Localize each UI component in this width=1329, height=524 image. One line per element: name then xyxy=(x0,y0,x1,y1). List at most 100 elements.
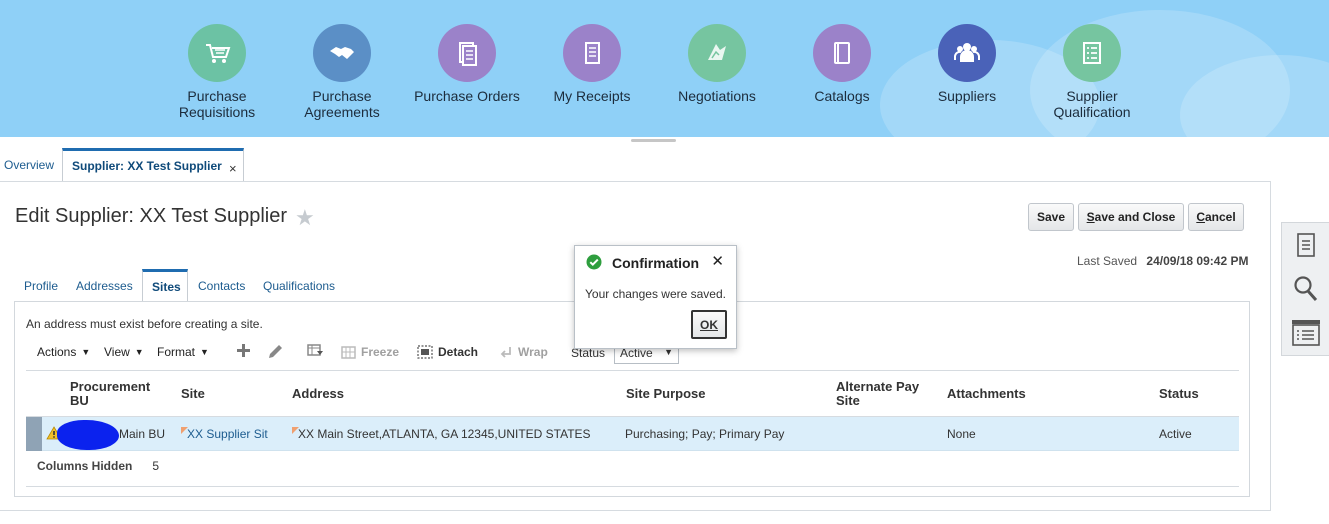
nav-negotiations[interactable]: Negotiations xyxy=(655,24,779,104)
column-header-procurement-bu[interactable]: Procurement BU xyxy=(70,380,150,408)
subtab-contacts[interactable]: Contacts xyxy=(198,279,245,293)
banner-collapse-handle[interactable] xyxy=(631,139,676,142)
close-icon[interactable]: × xyxy=(229,161,237,176)
cell-attachments[interactable]: None xyxy=(947,427,976,441)
chevron-down-icon: ▼ xyxy=(81,347,91,357)
receipt-icon xyxy=(563,24,621,82)
freeze-button[interactable]: Freeze xyxy=(341,345,399,359)
nav-label: Suppliers xyxy=(937,88,997,104)
search-panel-button[interactable] xyxy=(1288,271,1324,307)
subtab-addresses[interactable]: Addresses xyxy=(76,279,133,293)
subtab-profile[interactable]: Profile xyxy=(24,279,58,293)
last-saved-value: 24/09/18 09:42 PM xyxy=(1146,254,1249,268)
last-saved-label: Last Saved xyxy=(1077,254,1138,268)
column-header-status[interactable]: Status xyxy=(1159,387,1199,401)
subtab-sites[interactable]: Sites xyxy=(142,269,188,302)
divider xyxy=(26,486,1239,487)
save-button[interactable]: Save xyxy=(1028,203,1074,231)
nav-catalogs[interactable]: Catalogs xyxy=(780,24,904,104)
column-header-text: BU xyxy=(70,393,89,408)
columns-hidden-label: Columns Hidden xyxy=(37,459,133,473)
subtab-qualifications[interactable]: Qualifications xyxy=(263,279,335,293)
nav-label: Purchase Agreements xyxy=(304,88,380,120)
row-selector[interactable] xyxy=(26,417,42,451)
add-button[interactable] xyxy=(236,343,251,358)
nav-label: My Receipts xyxy=(553,88,631,104)
pencil-icon xyxy=(269,345,282,358)
tab-supplier[interactable]: Supplier: XX Test Supplier × xyxy=(62,148,244,182)
redaction-mark xyxy=(57,420,119,450)
page-title: Edit Supplier: XX Test Supplier xyxy=(15,205,288,227)
column-header-text: Procurement xyxy=(70,379,151,394)
tasks-panel-button[interactable] xyxy=(1288,227,1324,263)
nav-suppliers[interactable]: Suppliers xyxy=(905,24,1029,104)
people-icon xyxy=(938,24,996,82)
view-menu[interactable]: View ▼ xyxy=(104,345,144,359)
filter-table-icon xyxy=(307,344,323,356)
wrap-icon xyxy=(500,346,511,358)
cell-site-text: XX Supplier Sit xyxy=(187,427,268,441)
dialog-title: Confirmation xyxy=(612,255,700,271)
cell-status: Active xyxy=(1159,427,1192,441)
detach-icon xyxy=(417,345,433,359)
nav-my-receipts[interactable]: My Receipts xyxy=(530,24,654,104)
nav-label: Purchase Orders xyxy=(414,88,520,104)
cell-site-link[interactable]: XX Supplier Sit xyxy=(181,427,268,441)
nav-purchase-requisitions[interactable]: Purchase Requisitions xyxy=(155,24,279,120)
view-label: View xyxy=(104,345,130,359)
save-close-label: ave and Close xyxy=(1094,210,1176,224)
negotiation-icon xyxy=(688,24,746,82)
success-check-icon xyxy=(586,254,602,270)
ok-button[interactable]: OK xyxy=(691,310,727,339)
document-list-icon xyxy=(1297,233,1315,257)
column-header-attachments[interactable]: Attachments xyxy=(947,387,1026,401)
info-note: An address must exist before creating a … xyxy=(26,317,263,331)
wrap-button[interactable]: Wrap xyxy=(499,345,548,359)
cell-address: XX Main Street,ATLANTA, GA 12345,UNITED … xyxy=(292,427,591,441)
detach-button[interactable]: Detach xyxy=(417,345,478,359)
nav-purchase-orders[interactable]: Purchase Orders xyxy=(405,24,529,104)
favorite-star-icon[interactable]: ★ xyxy=(295,205,315,231)
actions-menu[interactable]: Actions ▼ xyxy=(37,345,90,359)
confirmation-dialog: Confirmation ✕ Your changes were saved. … xyxy=(574,245,737,349)
regional-panel-button[interactable] xyxy=(1288,315,1324,351)
column-header-alternate-pay-site[interactable]: Alternate Pay Site xyxy=(836,380,919,408)
catalog-icon xyxy=(813,24,871,82)
springboard-banner: Purchase Requisitions Purchase Agreement… xyxy=(0,0,1329,137)
close-icon[interactable]: ✕ xyxy=(711,252,724,270)
format-menu[interactable]: Format ▼ xyxy=(157,345,209,359)
format-label: Format xyxy=(157,345,196,359)
column-header-text: Alternate Pay xyxy=(836,379,920,394)
cell-address-text: XX Main Street,ATLANTA, GA 12345,UNITED … xyxy=(298,427,591,441)
cell-site-purpose: Purchasing; Pay; Primary Pay xyxy=(625,427,785,441)
tab-overview[interactable]: Overview xyxy=(0,148,58,180)
nav-label: Catalogs xyxy=(814,88,870,104)
nav-label: Purchase Requisitions xyxy=(178,88,256,120)
nav-purchase-agreements[interactable]: Purchase Agreements xyxy=(280,24,404,120)
nav-label: Supplier Qualification xyxy=(1053,88,1131,120)
query-by-example-button[interactable] xyxy=(307,343,325,359)
search-icon xyxy=(1294,276,1318,301)
freeze-label: Freeze xyxy=(361,345,400,359)
save-close-mnemonic: S xyxy=(1086,210,1095,224)
save-and-close-button[interactable]: Save and Close xyxy=(1078,203,1184,231)
cancel-button[interactable]: Cancel xyxy=(1188,203,1244,231)
wrap-label: Wrap xyxy=(518,345,548,359)
nav-supplier-qualification[interactable]: Supplier Qualification xyxy=(1030,24,1154,120)
shopping-cart-icon xyxy=(188,24,246,82)
checklist-icon xyxy=(1063,24,1121,82)
dialog-message: Your changes were saved. xyxy=(585,287,726,301)
cancel-label: ancel xyxy=(1204,210,1236,224)
column-header-site-purpose[interactable]: Site Purpose xyxy=(626,387,705,401)
last-saved: Last Saved 24/09/18 09:42 PM xyxy=(1077,254,1248,268)
edit-button[interactable] xyxy=(267,343,284,360)
cell-procurement-bu: Main BU xyxy=(119,427,166,441)
cancel-mnemonic: C xyxy=(1196,210,1205,224)
column-header-text: Site xyxy=(836,393,860,408)
column-header-address[interactable]: Address xyxy=(292,387,344,401)
tab-supplier-label: Supplier: XX Test Supplier xyxy=(72,159,222,173)
freeze-icon xyxy=(341,345,356,359)
chevron-down-icon: ▼ xyxy=(200,347,209,357)
column-header-site[interactable]: Site xyxy=(181,387,205,401)
table-row[interactable]: Main BU XX Supplier Sit XX Main Street,A… xyxy=(26,417,1239,451)
